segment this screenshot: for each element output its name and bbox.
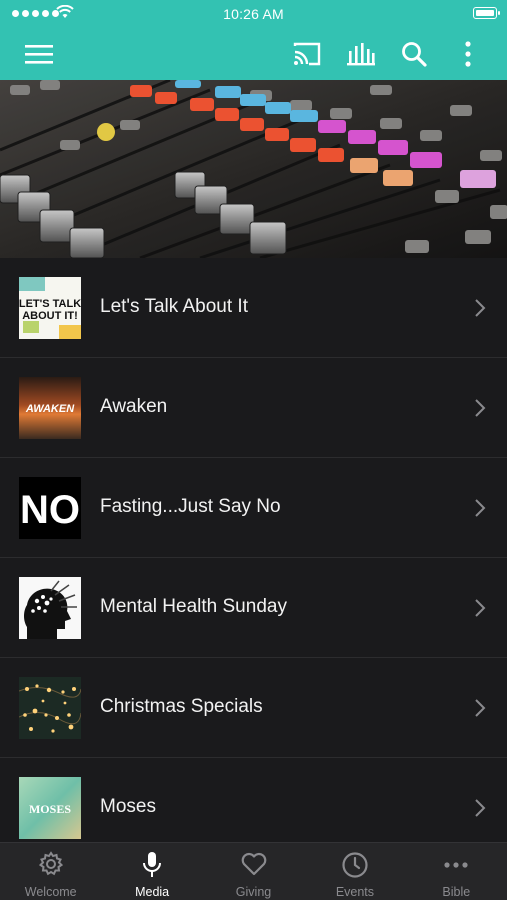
series-thumbnail: MOSES <box>19 777 81 839</box>
chevron-right-icon <box>475 499 486 517</box>
list-item[interactable]: AWAKEN Awaken <box>0 358 507 458</box>
heart-icon <box>241 852 266 876</box>
series-title: Mental Health Sunday <box>100 596 287 617</box>
series-title: Fasting...Just Say No <box>100 496 281 517</box>
svg-text:ABOUT IT!: ABOUT IT! <box>22 310 78 322</box>
svg-text:AWAKEN: AWAKEN <box>25 403 75 415</box>
tab-label: Events <box>335 885 375 899</box>
more-horizontal-icon <box>444 862 468 868</box>
svg-text:MOSES: MOSES <box>29 802 71 816</box>
tab-welcome[interactable]: Welcome <box>0 843 101 900</box>
tab-events[interactable]: Events <box>304 843 405 900</box>
list-item[interactable]: MOSES Moses <box>0 758 507 842</box>
gear-icon <box>38 851 63 876</box>
list-item[interactable]: Mental Health Sunday <box>0 558 507 658</box>
list-item[interactable]: Christmas Specials <box>0 658 507 758</box>
cast-icon[interactable] <box>289 36 325 72</box>
series-title: Christmas Specials <box>100 696 263 717</box>
microphone-icon <box>143 852 162 877</box>
search-icon[interactable] <box>396 36 432 72</box>
toolbar <box>0 28 507 80</box>
series-title: Let's Talk About It <box>100 296 248 317</box>
more-vertical-icon[interactable] <box>450 36 486 72</box>
media-series-list: LET'S TALK ABOUT IT! Let's Talk About It… <box>0 258 507 842</box>
series-title: Awaken <box>100 396 168 417</box>
tab-label: Bible <box>442 885 471 899</box>
series-thumbnail <box>19 577 81 639</box>
battery-icon <box>473 7 500 19</box>
tab-bible[interactable]: Bible <box>406 843 507 900</box>
chevron-right-icon <box>475 399 486 417</box>
chevron-right-icon <box>475 299 486 317</box>
tab-media[interactable]: Media <box>101 843 202 900</box>
audio-bars-icon[interactable] <box>343 36 379 72</box>
tab-label: Media <box>135 885 170 899</box>
list-item[interactable]: NO Fasting...Just Say No <box>0 458 507 558</box>
bottom-tab-bar: Welcome Media Giving Events Bible <box>0 842 507 900</box>
tab-label: Welcome <box>24 885 77 899</box>
chevron-right-icon <box>475 699 486 717</box>
chevron-right-icon <box>475 599 486 617</box>
tab-giving[interactable]: Giving <box>203 843 304 900</box>
series-title: Moses <box>100 796 156 817</box>
status-bar: 10:26 AM <box>0 0 507 28</box>
series-thumbnail: AWAKEN <box>19 377 81 439</box>
series-thumbnail: LET'S TALK ABOUT IT! <box>19 277 81 339</box>
list-item[interactable]: LET'S TALK ABOUT IT! Let's Talk About It <box>0 258 507 358</box>
svg-text:NO: NO <box>20 488 80 532</box>
series-thumbnail: NO <box>19 477 81 539</box>
status-time: 10:26 AM <box>223 6 284 22</box>
hero-banner-image <box>0 80 507 258</box>
series-thumbnail <box>19 677 81 739</box>
clock-icon <box>342 852 368 878</box>
tab-label: Giving <box>235 885 272 899</box>
chevron-right-icon <box>475 799 486 817</box>
hamburger-menu-icon[interactable] <box>21 36 57 72</box>
svg-text:LET'S TALK: LET'S TALK <box>19 298 81 310</box>
app-header: 10:26 AM <box>0 0 507 80</box>
